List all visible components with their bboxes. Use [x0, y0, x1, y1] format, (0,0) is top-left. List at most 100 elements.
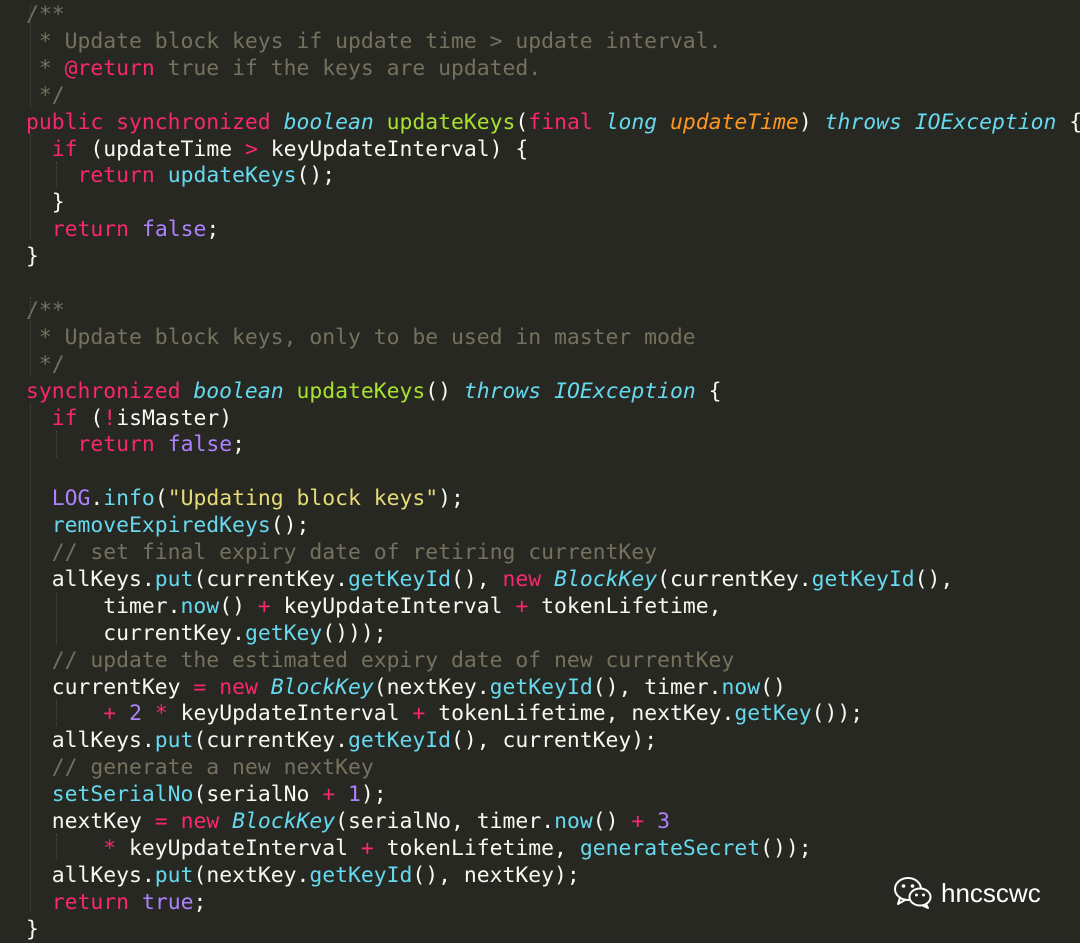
code-token: (), nextKey); [412, 862, 580, 888]
code-token: // update the estimated expiry date of n… [26, 647, 735, 673]
code-token: 2 [129, 701, 142, 727]
code-token: + [257, 593, 271, 619]
code-token: getKeyId [347, 728, 452, 754]
code-token: @return [64, 55, 155, 81]
code-token: keyUpdateInterval [116, 835, 361, 861]
code-line: /** [26, 297, 65, 324]
code-token: (), [914, 566, 954, 592]
code-token: put [154, 862, 194, 888]
code-token: () [425, 378, 464, 404]
code-line: } [26, 243, 39, 270]
code-token: ; [206, 217, 220, 243]
wechat-icon [894, 877, 932, 909]
code-token: keyUpdateInterval [270, 593, 516, 619]
code-token: return [51, 889, 130, 915]
code-line: allKeys.put(currentKey.getKeyId(), new B… [26, 566, 954, 593]
code-editor: /** * Update block keys if update time >… [0, 0, 1080, 943]
code-token: (serialNo, timer. [335, 809, 555, 834]
code-token: "Updating block keys" [167, 486, 439, 512]
code-token: updateTime [670, 109, 799, 135]
code-token: () [219, 593, 258, 619]
code-token: getKey [244, 620, 323, 646]
code-token: } [26, 244, 39, 270]
code-token: public synchronized [26, 109, 284, 135]
code-token: removeExpiredKeys [51, 513, 271, 539]
code-line: } [26, 916, 39, 943]
code-token: info [103, 486, 155, 512]
code-token: return [77, 163, 155, 189]
code-token: false [141, 217, 207, 243]
code-line: nextKey = new BlockKey(serialNo, timer.n… [26, 808, 670, 835]
code-token: LOG [51, 486, 91, 512]
code-token: BlockKey [554, 566, 658, 592]
watermark-text: hncscwc [941, 877, 1041, 908]
code-token: } [26, 916, 39, 942]
code-token: false [167, 432, 233, 458]
code-line: return false; [26, 216, 219, 243]
code-token: . [90, 486, 104, 512]
code-token: tokenLifetime, [528, 593, 722, 619]
indent-guide [30, 297, 31, 375]
code-token: allKeys. [26, 862, 155, 888]
code-token: ! [103, 405, 117, 431]
code-token: */ [26, 82, 65, 108]
code-token: synchronized [26, 378, 194, 404]
code-token: (nextKey. [193, 862, 310, 888]
code-line: allKeys.put(currentKey.getKeyId(), curre… [26, 727, 657, 754]
code-token: return [51, 217, 130, 243]
code-line: currentKey.getKey())); [26, 620, 386, 647]
code-token: getKey [734, 701, 812, 727]
code-token: if [51, 136, 78, 162]
code-token: BlockKey [232, 809, 336, 834]
code-line: return true; [26, 889, 207, 916]
code-token: boolean [193, 378, 284, 404]
code-token: if [51, 405, 78, 431]
code-line: /** [26, 1, 65, 28]
code-token: generateSecret [579, 835, 761, 861]
code-token: tokenLifetime, nextKey. [425, 701, 735, 727]
code-token: new [219, 674, 258, 700]
code-line: public synchronized boolean updateKeys(f… [26, 109, 1080, 136]
code-token: timer. [26, 593, 181, 619]
indent-guide [56, 592, 57, 645]
code-token: getKeyId [489, 674, 593, 700]
code-token: final [528, 109, 593, 135]
code-token: } [26, 190, 65, 216]
code-token: + [515, 593, 529, 619]
code-line: * keyUpdateInterval + tokenLifetime, gen… [26, 835, 812, 862]
code-token: updateKeys [167, 163, 297, 189]
code-token: 1 [348, 782, 361, 808]
code-line: } [26, 189, 65, 216]
code-token: ( [154, 486, 168, 512]
code-line: */ [26, 351, 65, 378]
code-token: isMaster) [116, 405, 233, 431]
code-token: = [154, 809, 168, 834]
code-token: setSerialNo [51, 782, 194, 808]
code-token: + [103, 701, 117, 727]
code-line: // update the estimated expiry date of n… [26, 647, 735, 674]
code-token: return [77, 432, 155, 458]
code-token: updateKeys [386, 109, 516, 135]
code-token: getKeyId [347, 566, 452, 592]
code-line: synchronized boolean updateKeys() throws… [26, 378, 722, 405]
code-token: keyUpdateInterval [167, 701, 413, 727]
code-token: /** [26, 2, 65, 27]
code-token: ()); [760, 835, 812, 861]
code-token: * [154, 701, 168, 727]
code-token: boolean [283, 109, 374, 135]
